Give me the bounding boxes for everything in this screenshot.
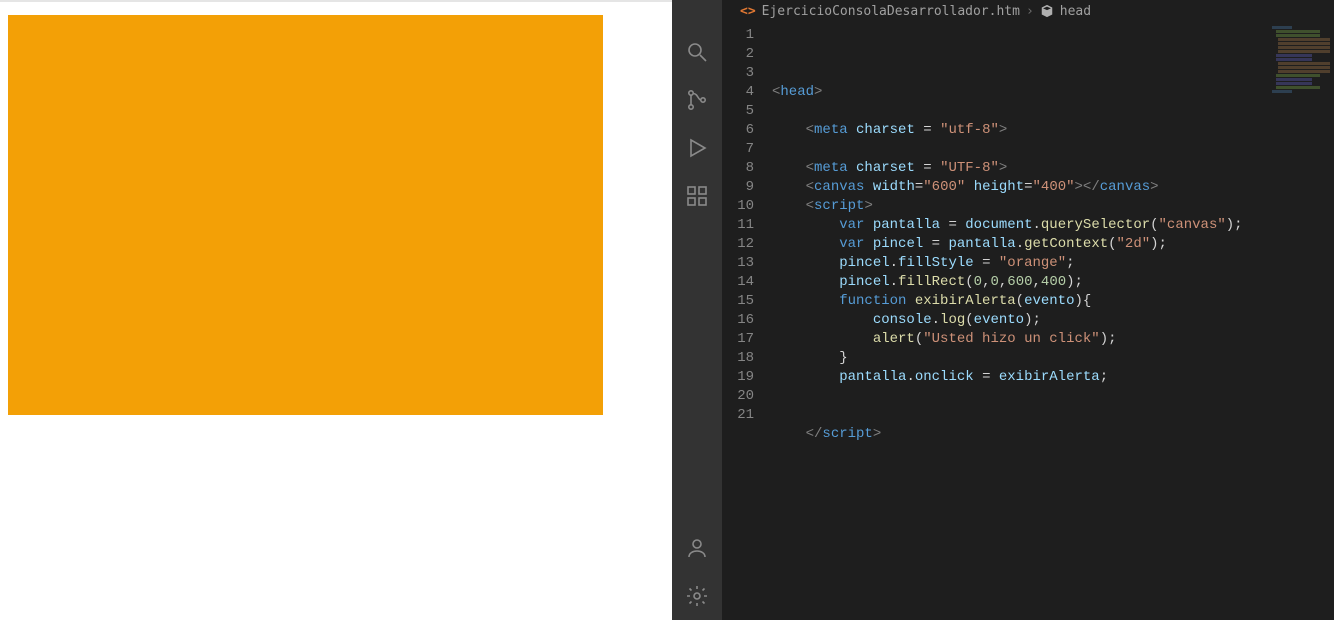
breadcrumb-file[interactable]: EjercicioConsolaDesarrollador.htm: [762, 4, 1020, 19]
code-line[interactable]: pincel.fillStyle = "orange";: [772, 254, 1334, 273]
code-line[interactable]: [772, 64, 1334, 83]
search-icon[interactable]: [673, 28, 721, 76]
code-line[interactable]: pincel.fillRect(0,0,600,400);: [772, 273, 1334, 292]
line-number: 3: [722, 64, 754, 83]
code-line[interactable]: <meta charset = "utf-8">: [772, 121, 1334, 140]
line-number: 20: [722, 387, 754, 406]
code-line[interactable]: function exibirAlerta(evento){: [772, 292, 1334, 311]
accounts-icon[interactable]: [673, 524, 721, 572]
line-number: 9: [722, 178, 754, 197]
line-number: 10: [722, 197, 754, 216]
code-line[interactable]: pantalla.onclick = exibirAlerta;: [772, 368, 1334, 387]
line-number: 14: [722, 273, 754, 292]
code-line[interactable]: var pantalla = document.querySelector("c…: [772, 216, 1334, 235]
line-number: 21: [722, 406, 754, 425]
line-number: 2: [722, 45, 754, 64]
code-line[interactable]: [772, 406, 1334, 425]
line-number: 12: [722, 235, 754, 254]
breadcrumb[interactable]: <> EjercicioConsolaDesarrollador.htm › h…: [722, 0, 1334, 22]
source-control-icon[interactable]: [673, 76, 721, 124]
code-line[interactable]: <canvas width="600" height="400"></canva…: [772, 178, 1334, 197]
code-line[interactable]: </script>: [772, 425, 1334, 444]
file-type-icon: <>: [740, 4, 756, 19]
line-number: 11: [722, 216, 754, 235]
line-number: 1: [722, 26, 754, 45]
code-line[interactable]: var pincel = pantalla.getContext("2d");: [772, 235, 1334, 254]
code-line[interactable]: <meta charset = "UTF-8">: [772, 159, 1334, 178]
chevron-right-icon: ›: [1026, 4, 1034, 19]
code-line[interactable]: }: [772, 349, 1334, 368]
editor-body[interactable]: 123456789101112131415161718192021 <head>…: [722, 22, 1334, 620]
extensions-icon[interactable]: [673, 172, 721, 220]
code-line[interactable]: [772, 102, 1334, 121]
line-number-gutter: 123456789101112131415161718192021: [722, 22, 772, 620]
line-number: 16: [722, 311, 754, 330]
line-number: 13: [722, 254, 754, 273]
line-number: 19: [722, 368, 754, 387]
canvas-rectangle[interactable]: [8, 15, 603, 415]
settings-gear-icon[interactable]: [673, 572, 721, 620]
editor-area: <> EjercicioConsolaDesarrollador.htm › h…: [722, 0, 1334, 620]
symbol-icon: [1040, 4, 1054, 19]
line-number: 5: [722, 102, 754, 121]
code-line[interactable]: <head>: [772, 83, 1334, 102]
code-line[interactable]: [772, 140, 1334, 159]
code-line[interactable]: [772, 387, 1334, 406]
line-number: 7: [722, 140, 754, 159]
run-debug-icon[interactable]: [673, 124, 721, 172]
line-number: 6: [722, 121, 754, 140]
code-content[interactable]: <head> <meta charset = "utf-8"> <meta ch…: [772, 22, 1334, 620]
line-number: 17: [722, 330, 754, 349]
code-line[interactable]: alert("Usted hizo un click");: [772, 330, 1334, 349]
code-line[interactable]: <script>: [772, 197, 1334, 216]
browser-preview-panel: [0, 0, 672, 620]
line-number: 15: [722, 292, 754, 311]
line-number: 4: [722, 83, 754, 102]
breadcrumb-symbol[interactable]: head: [1060, 4, 1091, 19]
code-line[interactable]: [772, 444, 1334, 463]
code-line[interactable]: console.log(evento);: [772, 311, 1334, 330]
line-number: 18: [722, 349, 754, 368]
line-number: 8: [722, 159, 754, 178]
activity-bar: [672, 0, 722, 620]
